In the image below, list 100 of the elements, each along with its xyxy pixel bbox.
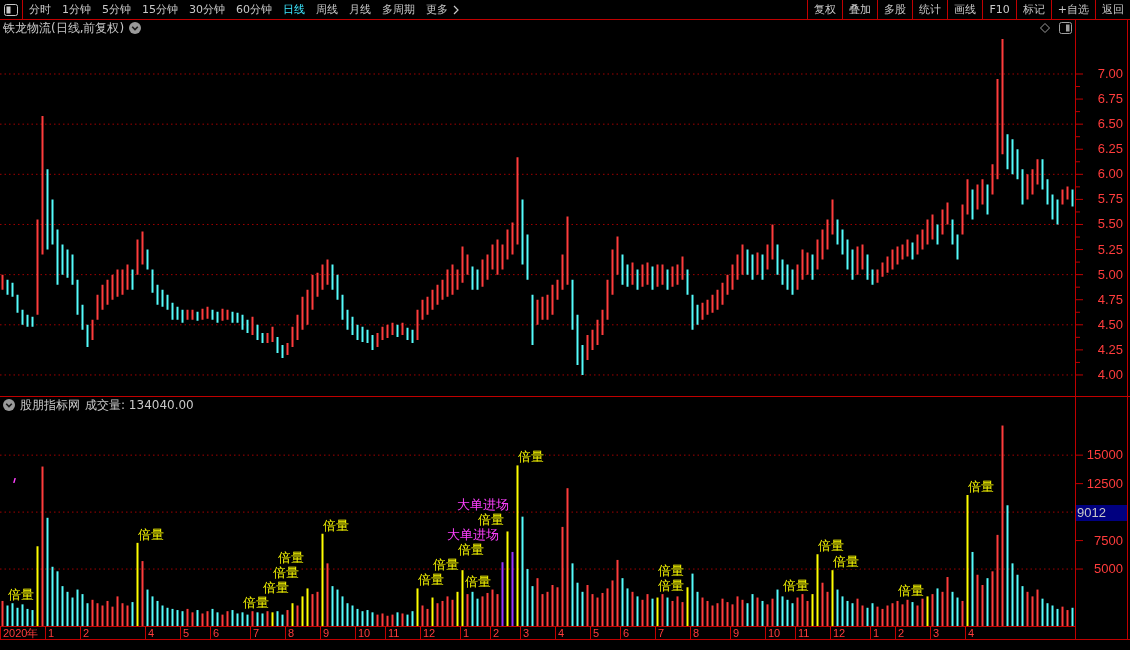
bar bbox=[1051, 605, 1054, 626]
bar bbox=[771, 598, 774, 626]
bar bbox=[156, 600, 159, 626]
signal-label: 倍量 bbox=[242, 595, 270, 611]
mark-icon bbox=[13, 478, 16, 483]
bar bbox=[41, 466, 44, 626]
bar bbox=[111, 606, 114, 626]
month-label: 6 bbox=[620, 627, 630, 639]
bar bbox=[906, 599, 909, 626]
period-tab[interactable]: 60分钟 bbox=[230, 0, 277, 19]
bar bbox=[946, 577, 949, 626]
bar bbox=[36, 546, 39, 626]
period-tab[interactable]: 周线 bbox=[310, 0, 343, 19]
period-tab[interactable]: 15分钟 bbox=[136, 0, 183, 19]
period-tab[interactable]: 月线 bbox=[343, 0, 376, 19]
bar bbox=[706, 600, 709, 626]
signal-label: 倍量 bbox=[516, 449, 545, 465]
signal-label: 大单进场 bbox=[446, 527, 500, 543]
toolbar-button[interactable]: 画线 bbox=[947, 0, 983, 19]
bar bbox=[661, 594, 664, 626]
bar bbox=[921, 598, 924, 626]
bar bbox=[46, 517, 49, 626]
month-label: 3 bbox=[520, 627, 530, 639]
signal-label: 倍量 bbox=[272, 565, 300, 581]
bar bbox=[331, 586, 334, 626]
bar bbox=[831, 570, 834, 626]
bar bbox=[176, 610, 179, 626]
bar bbox=[796, 597, 799, 626]
axis-label: 6.50 bbox=[1097, 117, 1123, 132]
bar bbox=[131, 602, 134, 626]
axis-label: 12500 bbox=[1086, 476, 1123, 491]
bar bbox=[241, 612, 244, 626]
bar bbox=[766, 604, 769, 626]
period-tab[interactable]: 5分钟 bbox=[96, 0, 136, 19]
toolbar-button[interactable]: 叠加 bbox=[842, 0, 878, 19]
bar bbox=[876, 606, 879, 626]
toolbar-button[interactable]: 统计 bbox=[912, 0, 948, 19]
signal-label: 倍量 bbox=[136, 526, 165, 542]
bar bbox=[861, 605, 864, 626]
bar bbox=[221, 614, 224, 626]
bar bbox=[336, 589, 339, 626]
period-tab[interactable]: 分时 bbox=[23, 0, 56, 19]
axis-label: 5.75 bbox=[1097, 192, 1123, 207]
toolbar-button[interactable]: 多股 bbox=[877, 0, 913, 19]
bar bbox=[901, 604, 904, 626]
bar bbox=[961, 600, 964, 626]
bar bbox=[441, 600, 444, 626]
chevron-down-icon[interactable] bbox=[129, 22, 142, 34]
bar bbox=[1021, 586, 1024, 626]
period-tab[interactable]: 日线 bbox=[277, 0, 310, 19]
month-label: 6 bbox=[210, 627, 220, 639]
bar bbox=[626, 588, 629, 626]
bar bbox=[1046, 603, 1049, 626]
signal-label: 倍量 bbox=[477, 512, 505, 528]
month-label: 10 bbox=[355, 627, 371, 639]
toolbar-button[interactable]: 复权 bbox=[807, 0, 843, 19]
month-label: 2 bbox=[895, 627, 905, 639]
chevron-down-icon[interactable] bbox=[3, 399, 15, 411]
panel-toggle-icon[interactable] bbox=[1059, 22, 1072, 34]
period-tab[interactable]: 30分钟 bbox=[183, 0, 230, 19]
toolbar-button[interactable]: 返回 bbox=[1095, 0, 1130, 19]
period-tab[interactable]: 1分钟 bbox=[56, 0, 96, 19]
bar bbox=[471, 591, 474, 626]
bar bbox=[696, 591, 699, 626]
bar bbox=[586, 585, 589, 626]
period-tab[interactable]: 多周期 bbox=[376, 0, 420, 19]
indicator-value: 成交量: 134040.00 bbox=[85, 397, 194, 413]
bar bbox=[701, 597, 704, 626]
signal-label: 倍量 bbox=[656, 578, 685, 594]
toolbar-button[interactable]: 标记 bbox=[1015, 0, 1051, 19]
axis-label: 6.25 bbox=[1097, 142, 1123, 157]
bar bbox=[541, 594, 544, 626]
bar bbox=[1041, 598, 1044, 626]
more-menu[interactable]: 更多 bbox=[420, 0, 464, 19]
signal-label: 倍量 bbox=[277, 550, 305, 566]
toolbar-button[interactable]: F10 bbox=[982, 0, 1016, 19]
bar bbox=[271, 612, 274, 626]
bar bbox=[101, 605, 104, 626]
bar bbox=[1036, 589, 1039, 626]
bar bbox=[826, 591, 829, 626]
bar bbox=[106, 600, 109, 626]
bar bbox=[926, 596, 929, 626]
chart-title: 铁龙物流(日线,前复权) bbox=[3, 20, 125, 36]
axis-label: 5000 bbox=[1094, 562, 1123, 577]
bar bbox=[751, 594, 754, 626]
bar bbox=[476, 598, 479, 626]
bar bbox=[306, 588, 309, 626]
bar bbox=[1001, 425, 1004, 626]
bar bbox=[421, 605, 424, 626]
bar bbox=[501, 562, 504, 626]
bar bbox=[666, 597, 669, 626]
bar bbox=[291, 603, 294, 626]
bar bbox=[21, 604, 24, 626]
month-label: 7 bbox=[250, 627, 260, 639]
axis-label: 4.25 bbox=[1097, 342, 1123, 357]
bar bbox=[1066, 610, 1069, 626]
bar bbox=[76, 589, 79, 626]
toolbar-button[interactable]: +自选 bbox=[1050, 0, 1095, 19]
month-label: 4 bbox=[965, 627, 975, 639]
bar bbox=[571, 563, 574, 626]
